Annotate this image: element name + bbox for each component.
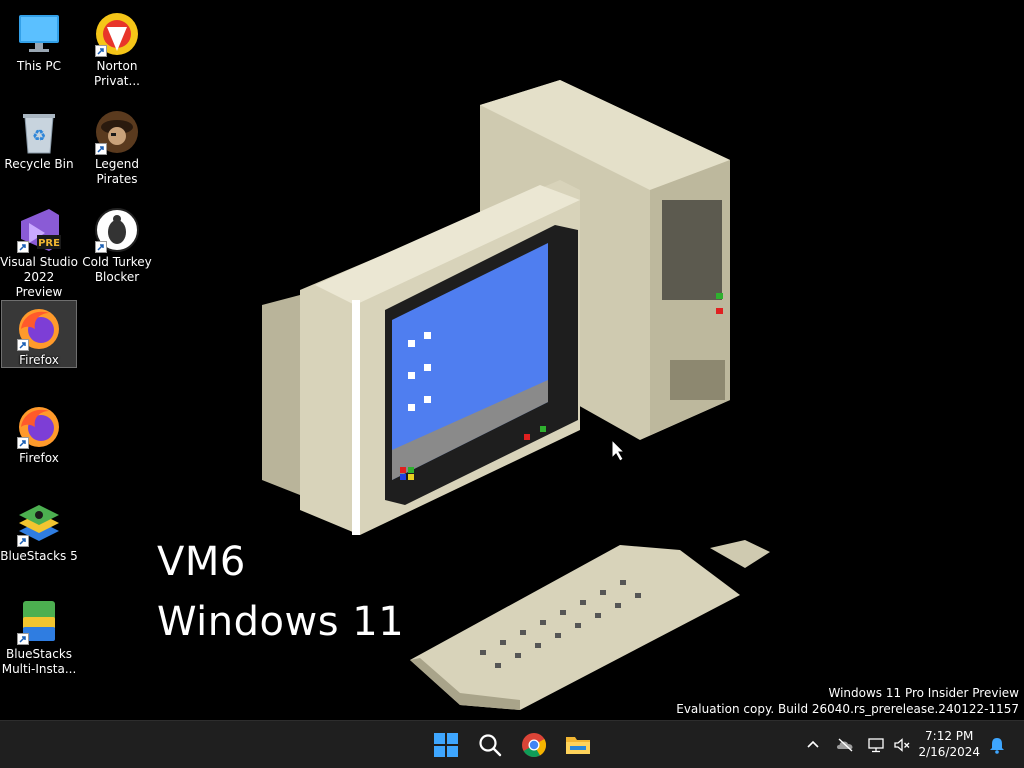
- notification-center-button[interactable]: [985, 733, 1009, 757]
- wallpaper-monitor: [262, 180, 580, 535]
- desktop-icon-label: Cold Turkey Blocker: [82, 255, 152, 284]
- chrome-icon: [522, 733, 547, 758]
- taskbar: 7:12 PM 2/16/2024: [0, 720, 1024, 768]
- visual-studio-icon: PRE: [15, 207, 63, 253]
- onedrive-tray-button[interactable]: [833, 733, 857, 757]
- shortcut-arrow-icon: [95, 143, 107, 155]
- this-pc-icon: [15, 11, 63, 57]
- desktop-icon-label: This PC: [17, 59, 61, 73]
- search-icon: [479, 734, 502, 757]
- watermark-build: Evaluation copy. Build 26040.rs_prerelea…: [676, 702, 1019, 716]
- shortcut-arrow-icon: [17, 535, 29, 547]
- desktop-icon-label: BlueStacks Multi-Insta...: [1, 647, 77, 676]
- chrome-taskbar-button[interactable]: [514, 725, 554, 765]
- start-button[interactable]: [426, 725, 466, 765]
- svg-text:PRE: PRE: [38, 238, 60, 249]
- wallpaper-text-vm: VM6: [157, 539, 246, 585]
- shortcut-arrow-icon: [17, 241, 29, 253]
- firefox-icon: [15, 403, 63, 449]
- shortcut-arrow-icon: [17, 437, 29, 449]
- bell-icon: [990, 738, 1004, 754]
- shortcut-arrow-icon: [95, 241, 107, 253]
- desktop-icon-label: Firefox: [19, 451, 59, 465]
- cold-turkey-icon: [93, 207, 141, 253]
- shortcut-arrow-icon: [17, 339, 29, 351]
- desktop-icon-firefox[interactable]: Firefox: [1, 398, 77, 466]
- desktop-icon-visual-studio[interactable]: PRE Visual Studio 2022 Preview: [0, 202, 78, 299]
- taskbar-clock[interactable]: 7:12 PM 2/16/2024: [918, 728, 980, 760]
- mouse-cursor: [611, 438, 626, 462]
- desktop-icon-label: Recycle Bin: [4, 157, 74, 171]
- clock-date: 2/16/2024: [918, 745, 980, 759]
- desktop-icon-label: BlueStacks 5: [0, 549, 78, 563]
- file-explorer-icon: [566, 737, 590, 754]
- shortcut-arrow-icon: [17, 633, 29, 645]
- bluestacks-multi-icon: [15, 599, 63, 645]
- desktop-icon-norton[interactable]: Norton Privat...: [79, 6, 155, 88]
- desktop-icon-legend-pirates[interactable]: Legend Pirates: [79, 104, 155, 186]
- svg-text:♻: ♻: [32, 126, 46, 145]
- recycle-bin-icon: ♻: [15, 109, 63, 155]
- clock-time: 7:12 PM: [925, 729, 974, 743]
- onedrive-icon: [837, 738, 853, 752]
- desktop-icon-label: Firefox: [19, 353, 59, 367]
- desktop-icon-cold-turkey[interactable]: Cold Turkey Blocker: [79, 202, 155, 284]
- wallpaper-text-os: Windows 11: [157, 599, 405, 645]
- desktop-icon-label: Legend Pirates: [94, 157, 140, 186]
- desktop-icon-label: Visual Studio 2022 Preview: [0, 255, 78, 299]
- bluestacks-icon: [15, 501, 63, 547]
- desktop-icon-recycle-bin[interactable]: ♻ Recycle Bin: [1, 104, 77, 172]
- desktop-icon-label: Norton Privat...: [94, 59, 140, 88]
- chevron-up-icon: [807, 740, 819, 748]
- legend-pirates-icon: [93, 109, 141, 155]
- volume-muted-icon: [894, 738, 910, 752]
- evaluation-watermark: Windows 11 Pro Insider Preview Evaluatio…: [676, 685, 1019, 717]
- file-explorer-taskbar-button[interactable]: [558, 725, 598, 765]
- firefox-icon: [15, 305, 63, 351]
- desktop-icon-bluestacks[interactable]: BlueStacks 5: [0, 496, 78, 564]
- desktop-icon-this-pc[interactable]: This PC: [1, 6, 77, 74]
- search-button[interactable]: [470, 725, 510, 765]
- desktop-icon-bluestacks-multi[interactable]: BlueStacks Multi-Insta...: [1, 594, 77, 676]
- desktop[interactable]: VM6 Windows 11 This PC ♻ Recycle Bin PRE…: [0, 0, 1024, 720]
- watermark-edition: Windows 11 Pro Insider Preview: [828, 686, 1019, 700]
- volume-tray-button[interactable]: [890, 733, 914, 757]
- desktop-icon-firefox-selected[interactable]: Firefox: [1, 300, 77, 368]
- show-hidden-icons-button[interactable]: [801, 733, 825, 757]
- start-icon: [434, 733, 458, 757]
- norton-icon: [93, 11, 141, 57]
- network-tray-button[interactable]: [864, 733, 888, 757]
- shortcut-arrow-icon: [95, 45, 107, 57]
- network-icon: [868, 738, 884, 753]
